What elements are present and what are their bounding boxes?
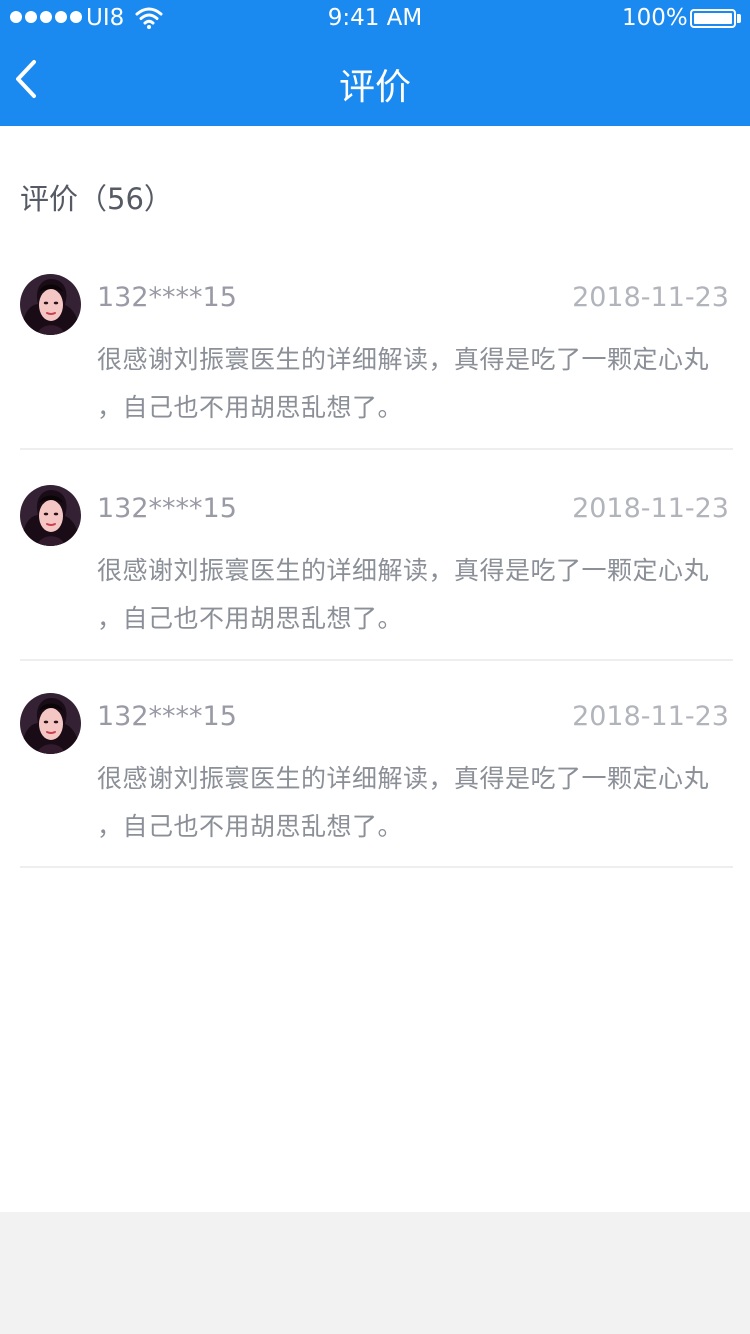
review-user: 132****15 [97, 282, 237, 313]
review-item: 132****15 2018-11-23 很感谢刘振寰医生的详细解读，真得是吃了… [20, 485, 733, 661]
status-bar: UI8 9:41 AM 100% [0, 0, 750, 36]
reviews-content: 评价 （56） 132****15 2018-11-23 很感谢刘振寰医生的详细… [0, 126, 750, 1212]
reviews-count-heading: 评价 （56） [20, 176, 173, 218]
review-item: 132****15 2018-11-23 很感谢刘振寰医生的详细解读，真得是吃了… [20, 274, 733, 450]
battery-percentage: 100% [622, 5, 688, 31]
user-avatar [20, 274, 81, 335]
user-avatar [20, 693, 81, 754]
review-user: 132****15 [97, 701, 237, 732]
reviews-screen: UI8 9:41 AM 100% 评价 评价 （56） 132****15 20… [0, 0, 750, 1334]
battery-icon [690, 9, 736, 28]
review-date: 2018-11-23 [572, 282, 729, 313]
review-item: 132****15 2018-11-23 很感谢刘振寰医生的详细解读，真得是吃了… [20, 693, 733, 868]
reviews-label: 评价 [20, 182, 79, 216]
review-date: 2018-11-23 [572, 701, 729, 732]
top-bar: UI8 9:41 AM 100% 评价 [0, 0, 750, 126]
review-date: 2018-11-23 [572, 493, 729, 524]
review-user: 132****15 [97, 493, 237, 524]
reviews-count: （56） [78, 182, 173, 216]
review-text: 很感谢刘振寰医生的详细解读，真得是吃了一颗定心丸 ，自己也不用胡思乱想了。 [97, 345, 710, 422]
page-title: 评价 [338, 67, 411, 108]
user-avatar [20, 485, 81, 546]
review-text: 很感谢刘振寰医生的详细解读，真得是吃了一颗定心丸 ，自己也不用胡思乱想了。 [97, 764, 710, 841]
review-text: 很感谢刘振寰医生的详细解读，真得是吃了一颗定心丸 ，自己也不用胡思乱想了。 [97, 556, 710, 633]
battery-tip [737, 14, 741, 23]
